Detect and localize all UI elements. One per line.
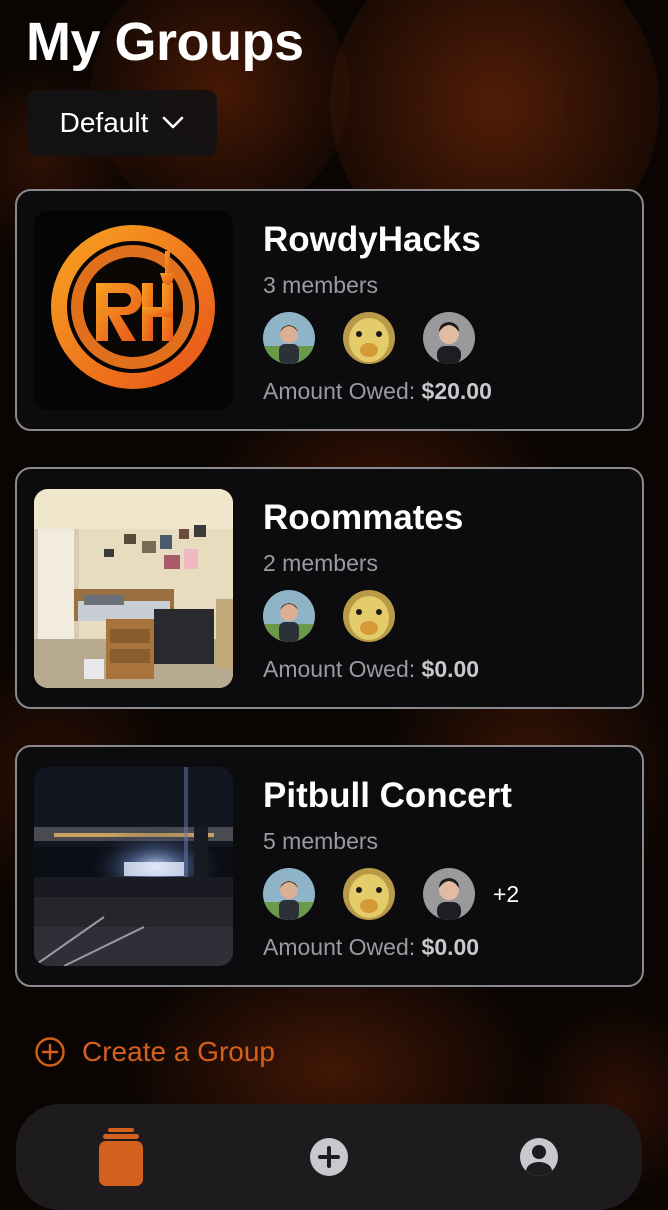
members-count: 2 members bbox=[263, 550, 379, 576]
avatar bbox=[423, 312, 475, 364]
member-avatars bbox=[263, 589, 622, 643]
sort-dropdown-label: Default bbox=[59, 107, 149, 138]
tab-profile[interactable] bbox=[494, 1104, 584, 1210]
sort-dropdown[interactable]: Default bbox=[27, 90, 217, 156]
amount-owed-label: Amount Owed: bbox=[263, 378, 416, 404]
groups-stack-icon bbox=[99, 1128, 143, 1186]
avatar bbox=[263, 312, 315, 364]
avatar bbox=[423, 868, 475, 920]
tab-add[interactable] bbox=[284, 1104, 374, 1210]
amount-owed: Amount Owed: $0.00 bbox=[263, 655, 622, 683]
amount-owed-label: Amount Owed: bbox=[263, 934, 416, 960]
amount-owed-label: Amount Owed: bbox=[263, 656, 416, 682]
group-image bbox=[34, 767, 233, 966]
add-icon bbox=[310, 1138, 348, 1176]
amount-owed-value: $0.00 bbox=[421, 934, 480, 960]
members-count: 3 members bbox=[263, 272, 379, 298]
page-title: My Groups bbox=[26, 12, 304, 72]
amount-owed: Amount Owed: $0.00 bbox=[263, 933, 622, 961]
member-avatars bbox=[263, 311, 622, 365]
group-image bbox=[34, 211, 233, 410]
profile-icon bbox=[520, 1138, 558, 1176]
avatar bbox=[343, 312, 395, 364]
group-name: RowdyHacks bbox=[263, 220, 481, 259]
extra-members-count: +2 bbox=[493, 880, 520, 907]
group-card-roommates[interactable]: Roommates 2 members Amount Owed: $0.00 bbox=[15, 467, 644, 709]
create-group-button[interactable]: Create a Group bbox=[34, 1036, 275, 1068]
amount-owed-value: $20.00 bbox=[421, 378, 492, 404]
create-group-label: Create a Group bbox=[82, 1036, 275, 1067]
avatar bbox=[343, 868, 395, 920]
group-image bbox=[34, 489, 233, 688]
rowdyhacks-logo bbox=[34, 211, 233, 410]
amount-owed-value: $0.00 bbox=[421, 656, 480, 682]
avatar bbox=[263, 868, 315, 920]
my-groups-screen: My Groups Default RowdyHacks 3 members A… bbox=[0, 0, 668, 1210]
amount-owed: Amount Owed: $20.00 bbox=[263, 377, 622, 405]
group-info: Roommates 2 members Amount Owed: $0.00 bbox=[263, 497, 622, 683]
concert-photo bbox=[34, 767, 233, 966]
group-name: Pitbull Concert bbox=[263, 776, 512, 815]
tab-groups[interactable] bbox=[76, 1104, 166, 1210]
group-name: Roommates bbox=[263, 498, 464, 537]
group-card-pitbull-concert[interactable]: Pitbull Concert 5 members +2 Amount Owed… bbox=[15, 745, 644, 987]
avatar bbox=[343, 590, 395, 642]
tab-bar bbox=[16, 1104, 642, 1210]
chevron-down-icon bbox=[163, 116, 184, 129]
members-count: 5 members bbox=[263, 828, 379, 854]
group-card-rowdyhacks[interactable]: RowdyHacks 3 members Amount Owed: $20.00 bbox=[15, 189, 644, 431]
avatar bbox=[263, 590, 315, 642]
group-info: Pitbull Concert 5 members +2 Amount Owed… bbox=[263, 775, 622, 961]
member-avatars: +2 bbox=[263, 867, 622, 921]
plus-circle-icon bbox=[35, 1037, 65, 1067]
dorm-room-photo bbox=[34, 489, 233, 688]
group-info: RowdyHacks 3 members Amount Owed: $20.00 bbox=[263, 219, 622, 405]
